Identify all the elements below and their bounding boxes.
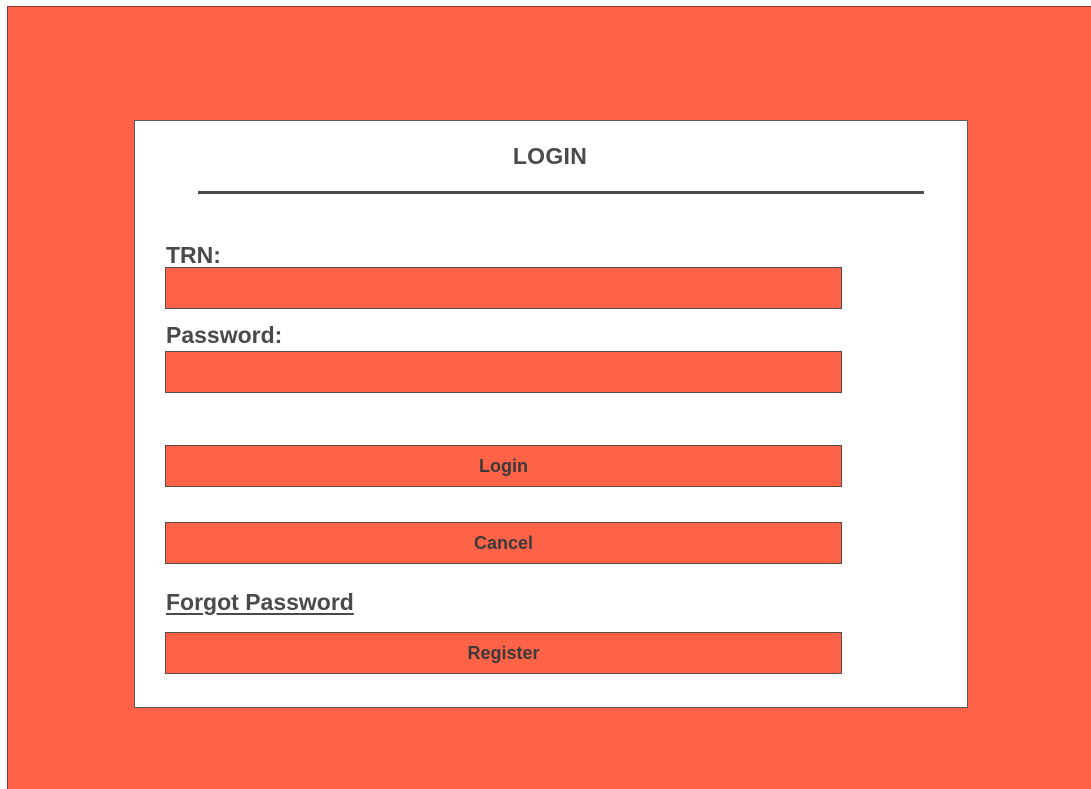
- login-title: LOGIN: [512, 143, 588, 169]
- forgot-password-link[interactable]: Forgot Password: [166, 591, 354, 614]
- title-divider: [198, 191, 924, 194]
- password-input[interactable]: [165, 351, 842, 393]
- password-label: Password:: [166, 322, 283, 348]
- trn-input[interactable]: [165, 267, 842, 309]
- cancel-button[interactable]: Cancel: [165, 522, 842, 564]
- register-button[interactable]: Register: [165, 632, 842, 674]
- trn-label: TRN:: [166, 242, 221, 268]
- login-panel: [134, 120, 968, 708]
- login-button[interactable]: Login: [165, 445, 842, 487]
